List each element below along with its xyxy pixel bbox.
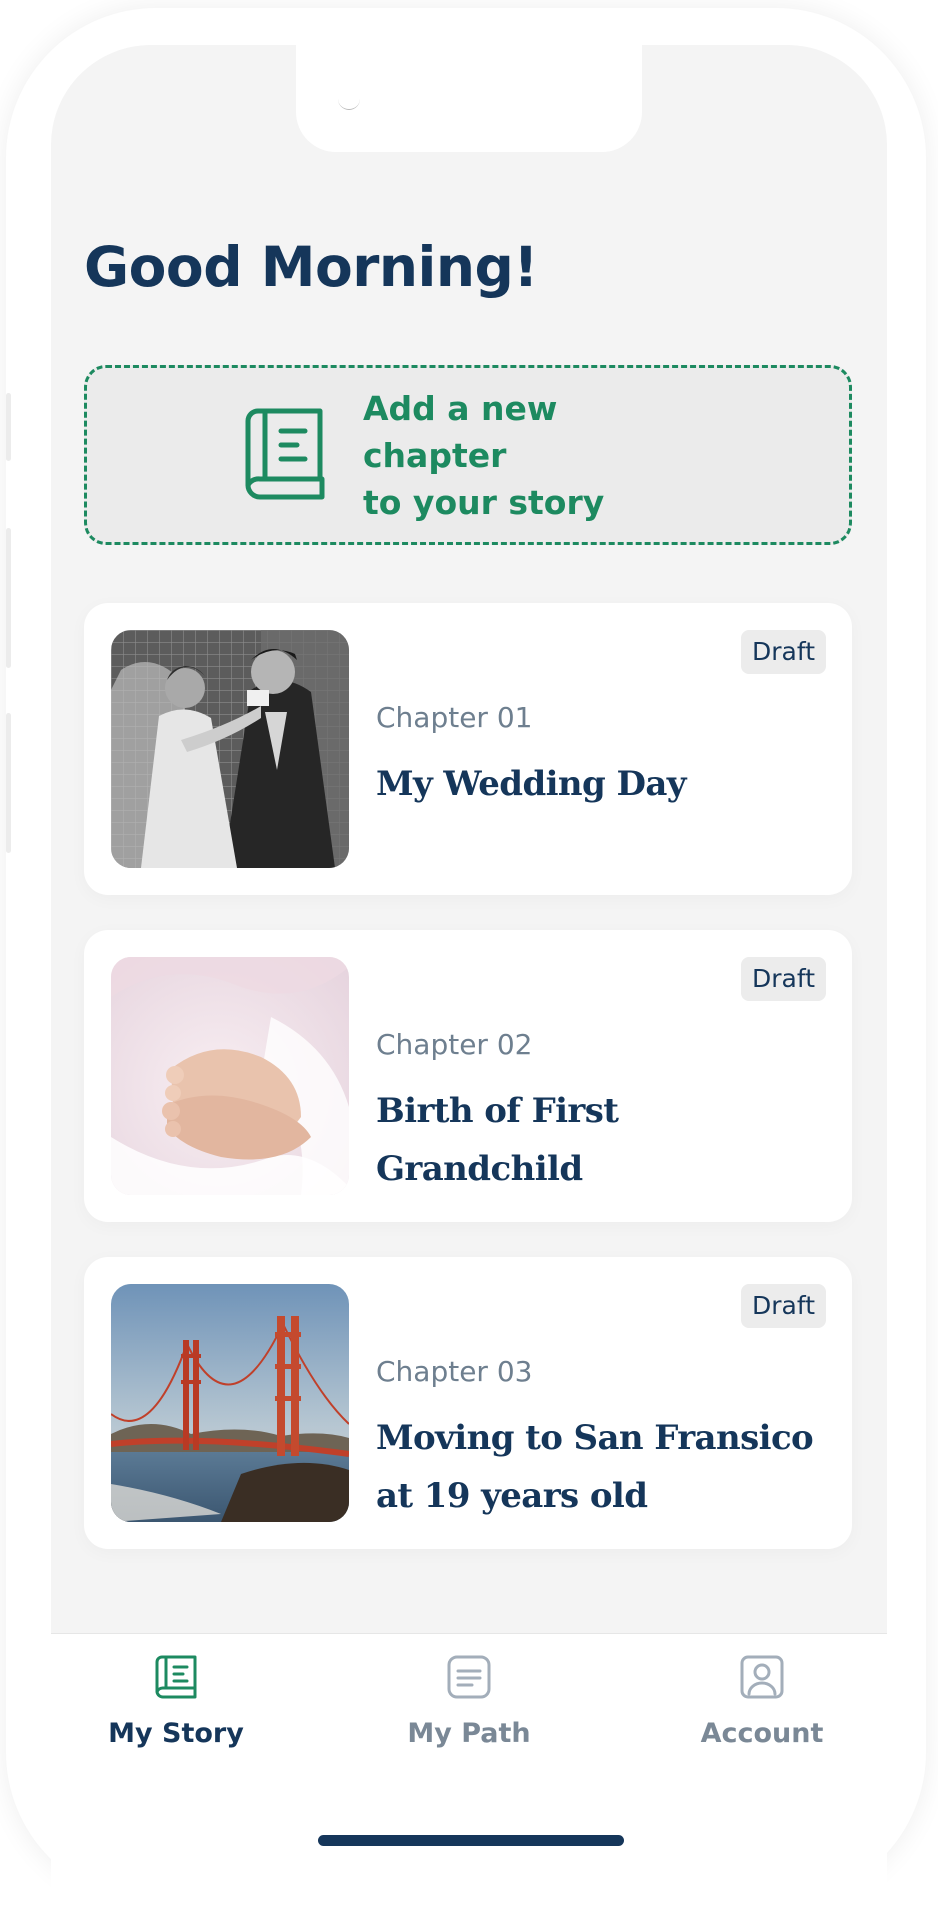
- chapter-thumbnail: [111, 1284, 349, 1522]
- status-badge: Draft: [740, 630, 826, 674]
- book-icon: [245, 408, 325, 500]
- side-button: [6, 713, 11, 853]
- status-badge: Draft: [740, 957, 826, 1001]
- tab-label: Account: [700, 1718, 824, 1749]
- status-badge: Draft: [740, 1284, 826, 1328]
- home-indicator[interactable]: [318, 1835, 624, 1846]
- chapter-number: Chapter 01: [376, 701, 533, 734]
- tab-label: My Story: [108, 1718, 244, 1749]
- chapter-card[interactable]: Draft Chapter 01 My Wedding Day: [84, 603, 852, 895]
- chapter-title-line1: Moving to San Fransico: [376, 1418, 814, 1458]
- baby-feet-photo: [111, 957, 349, 1195]
- chapter-number: Chapter 03: [376, 1355, 533, 1388]
- bottom-tab-bar: My Story My Path Account: [51, 1633, 887, 1908]
- notch: [296, 45, 642, 152]
- add-chapter-line1: Add a new chapter: [363, 388, 558, 475]
- add-chapter-button[interactable]: Add a new chapter to your story: [84, 365, 852, 545]
- tab-account[interactable]: Account: [647, 1654, 877, 1749]
- add-chapter-line2: to your story: [363, 482, 605, 522]
- tab-label: My Path: [407, 1718, 531, 1749]
- tab-my-path[interactable]: My Path: [354, 1654, 584, 1749]
- chapter-number: Chapter 02: [376, 1028, 533, 1061]
- wedding-photo: [111, 630, 349, 868]
- side-button: [6, 528, 11, 668]
- chapter-title-line1: Birth of First Grandchild: [376, 1091, 619, 1189]
- add-chapter-label: Add a new chapter to your story: [363, 385, 693, 526]
- chapter-thumbnail: [111, 957, 349, 1195]
- chapter-card[interactable]: Draft Chapter 03 Moving to San Fransico …: [84, 1257, 852, 1549]
- app-screen: Good Morning! Add a new chapter to your …: [51, 45, 887, 1908]
- chapter-title: Moving to San Fransico at 19 years old: [376, 1409, 826, 1525]
- side-button: [6, 393, 11, 461]
- user-icon: [740, 1655, 784, 1699]
- chapter-title: My Wedding Day: [376, 755, 826, 813]
- tab-my-story[interactable]: My Story: [61, 1654, 291, 1749]
- chapter-title: Birth of First Grandchild: [376, 1082, 826, 1198]
- page-title: Good Morning!: [84, 235, 539, 299]
- chapter-title-line1: My Wedding Day: [376, 764, 687, 804]
- camera-icon: [338, 98, 360, 110]
- document-icon: [447, 1655, 491, 1699]
- chapter-thumbnail: [111, 630, 349, 868]
- chapter-card[interactable]: Draft Chapter 02 Birth of First Grandchi…: [84, 930, 852, 1222]
- book-icon: [155, 1655, 197, 1699]
- golden-gate-photo: [111, 1284, 349, 1522]
- chapter-title-line2: at 19 years old: [376, 1476, 648, 1516]
